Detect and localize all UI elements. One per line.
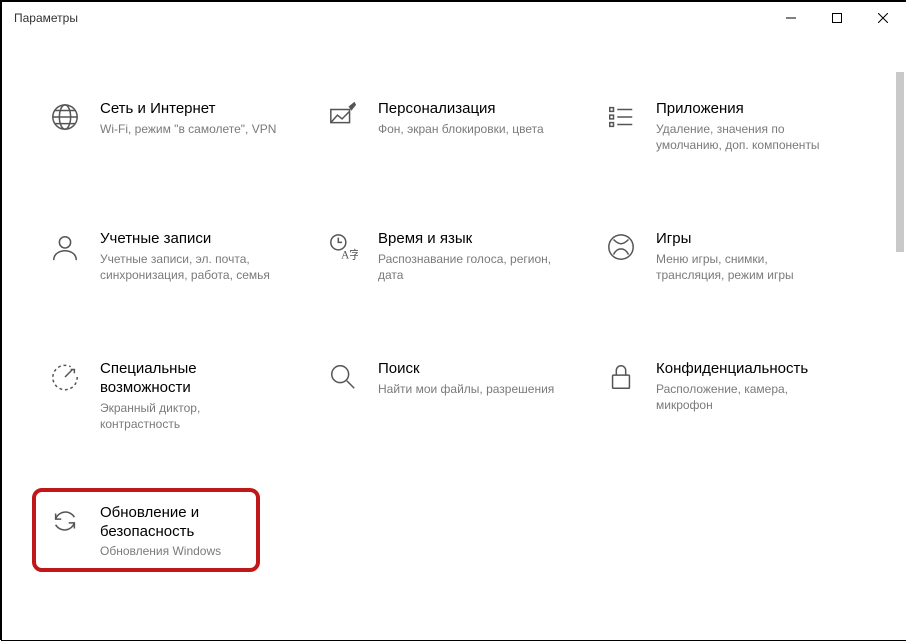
search-icon: [326, 360, 360, 394]
xbox-icon: [604, 230, 638, 264]
tile-title: Конфиденциальность: [656, 360, 836, 379]
tile-ease-of-access[interactable]: Специальные возможности Экранный диктор,…: [42, 354, 310, 438]
tile-desc: Найти мои файлы, разрешения: [378, 381, 554, 397]
tile-desc: Учетные записи, эл. почта, синхронизация…: [100, 251, 280, 283]
ease-of-access-icon: [48, 360, 82, 394]
tile-title: Персонализация: [378, 100, 544, 119]
tile-desc: Расположение, камера, микрофон: [656, 381, 836, 413]
tile-title: Игры: [656, 230, 836, 249]
tile-title: Учетные записи: [100, 230, 280, 249]
tile-title: Сеть и Интернет: [100, 100, 276, 119]
settings-grid: Сеть и Интернет Wi-Fi, режим "в самолете…: [42, 94, 866, 568]
tile-time-language[interactable]: А字 Время и язык Распознавание голоса, ре…: [320, 224, 588, 294]
apps-list-icon: [604, 100, 638, 134]
tile-desc: Обновления Windows: [100, 543, 280, 559]
tile-update-security[interactable]: Обновление и безопасность Обновления Win…: [42, 498, 310, 568]
content-area: Сеть и Интернет Wi-Fi, режим "в самолете…: [2, 34, 906, 640]
sync-icon: [48, 504, 82, 538]
tile-privacy[interactable]: Конфиденциальность Расположение, камера,…: [598, 354, 866, 438]
tile-gaming[interactable]: Игры Меню игры, снимки, трансляция, режи…: [598, 224, 866, 294]
scrollbar-thumb[interactable]: [896, 72, 904, 252]
close-button[interactable]: [860, 2, 906, 34]
tile-network[interactable]: Сеть и Интернет Wi-Fi, режим "в самолете…: [42, 94, 310, 164]
vertical-scrollbar[interactable]: [894, 72, 904, 634]
tile-desc: Фон, экран блокировки, цвета: [378, 121, 544, 137]
svg-text:А字: А字: [341, 247, 358, 261]
paintbrush-icon: [326, 100, 360, 134]
tile-title: Специальные возможности: [100, 360, 280, 398]
tile-title: Обновление и безопасность: [100, 504, 280, 542]
globe-icon: [48, 100, 82, 134]
tile-title: Время и язык: [378, 230, 558, 249]
tile-title: Приложения: [656, 100, 836, 119]
tile-desc: Экранный диктор, контрастность: [100, 400, 280, 432]
tile-desc: Удаление, значения по умолчанию, доп. ко…: [656, 121, 836, 153]
window-controls: [768, 2, 906, 34]
tile-personalization[interactable]: Персонализация Фон, экран блокировки, цв…: [320, 94, 588, 164]
titlebar: Параметры: [2, 2, 906, 34]
tile-title: Поиск: [378, 360, 554, 379]
tile-apps[interactable]: Приложения Удаление, значения по умолчан…: [598, 94, 866, 164]
tile-desc: Распознавание голоса, регион, дата: [378, 251, 558, 283]
maximize-button[interactable]: [814, 2, 860, 34]
person-icon: [48, 230, 82, 264]
tile-desc: Меню игры, снимки, трансляция, режим игр…: [656, 251, 836, 283]
tile-accounts[interactable]: Учетные записи Учетные записи, эл. почта…: [42, 224, 310, 294]
minimize-button[interactable]: [768, 2, 814, 34]
tile-search[interactable]: Поиск Найти мои файлы, разрешения: [320, 354, 588, 438]
time-language-icon: А字: [326, 230, 360, 264]
tile-desc: Wi-Fi, режим "в самолете", VPN: [100, 121, 276, 137]
lock-icon: [604, 360, 638, 394]
window-title: Параметры: [14, 11, 768, 25]
